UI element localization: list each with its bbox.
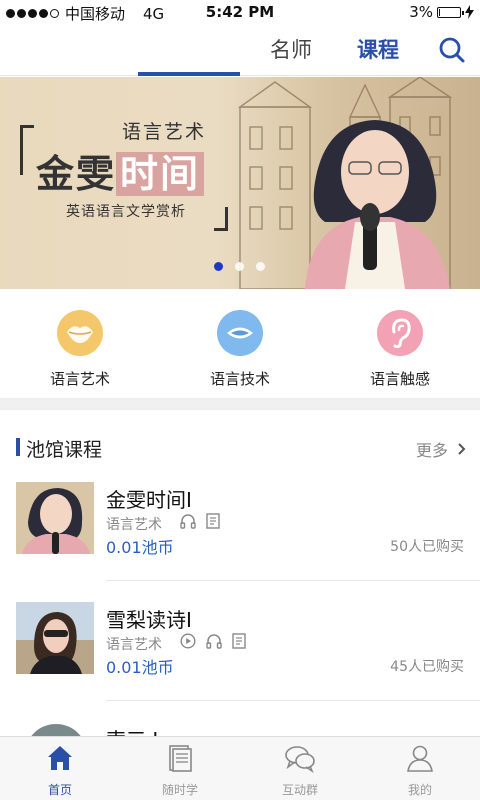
course-category: 语言艺术 (106, 637, 162, 653)
bracket-left (20, 125, 34, 175)
home-icon (48, 746, 72, 770)
chevron-right-icon (458, 443, 466, 455)
document-icon (206, 513, 220, 529)
section-accent-bar (16, 438, 20, 456)
lips-icon (57, 310, 103, 356)
category-language-art[interactable]: 语言艺术 (20, 310, 140, 389)
banner-title: 金雯 时间 (36, 143, 205, 198)
category-label: 语言触感 (369, 370, 430, 388)
category-row: 语言艺术 语言技术 语言触感 (0, 290, 480, 398)
course-title: 金雯时间I (106, 488, 192, 512)
course-buyers: 45人已购买 (390, 659, 464, 675)
category-language-tech[interactable]: 语言技术 (180, 310, 300, 389)
clock: 5:42 PM (205, 3, 275, 21)
pager-dot-3[interactable] (256, 262, 265, 271)
banner-top-text: 语言艺术 (122, 121, 207, 143)
course-thumbnail (16, 482, 94, 554)
section-separator (0, 398, 480, 410)
nav-label: 随时学 (161, 783, 198, 797)
banner-tagline: 英语语言文学赏析 (66, 204, 186, 220)
pager-dot-2[interactable] (235, 262, 244, 271)
course-media-icons (180, 513, 220, 529)
nav-home[interactable]: 首页 (0, 743, 120, 798)
status-right: 3% (409, 3, 474, 21)
mouth-icon (217, 310, 263, 356)
course-price: 0.01池币 (106, 538, 174, 557)
list-divider (106, 580, 480, 581)
battery-icon (437, 6, 464, 18)
bracket-right (214, 207, 228, 231)
search-icon[interactable] (438, 36, 466, 64)
category-label: 语言艺术 (49, 370, 110, 388)
status-bar: 中国移动 4G 5:42 PM 3% (0, 0, 480, 24)
course-category: 语言艺术 (106, 517, 162, 533)
lecturer-photo (305, 120, 450, 289)
nav-label: 我的 (407, 783, 432, 797)
headphones-icon (206, 634, 222, 649)
nav-learn[interactable]: 随时学 (120, 743, 240, 798)
course-buyers: 50人已购买 (390, 539, 464, 555)
pager-dot-1[interactable] (214, 262, 223, 271)
ear-icon (377, 310, 423, 356)
banner-pager (214, 262, 265, 271)
section-title: 池馆课程 (26, 439, 103, 461)
course-item[interactable]: 金雯时间I 语言艺术 0.01池币 50人已购买 (0, 476, 480, 594)
course-price: 0.01池币 (106, 658, 174, 677)
nav-label: 首页 (47, 783, 72, 797)
nav-profile[interactable]: 我的 (360, 743, 480, 798)
promo-banner[interactable]: 语言艺术 金雯 时间 英语语言文学赏析 (0, 77, 480, 289)
list-divider (106, 700, 480, 701)
category-language-touch[interactable]: 语言触感 (340, 310, 460, 389)
document-icon (232, 633, 246, 649)
category-label: 语言技术 (209, 370, 270, 388)
chat-bubbles-icon (285, 746, 315, 774)
section-header: 池馆课程 更多 (0, 410, 480, 476)
nav-label: 互动群 (281, 783, 318, 797)
more-link[interactable]: 更多 (416, 437, 466, 461)
tab-teachers[interactable]: 名师 (241, 34, 341, 64)
course-item[interactable]: 雪梨读诗I 语言艺术 0.01池币 45人已购买 (0, 596, 480, 714)
active-tab-indicator (138, 72, 240, 76)
bottom-navigation: 首页 随时学 互动群 我的 (0, 736, 480, 800)
battery-percent: 3% (409, 3, 433, 21)
course-title: 雪梨读诗I (106, 608, 192, 632)
headphones-icon (180, 514, 196, 529)
nav-groups[interactable]: 互动群 (240, 743, 360, 798)
course-thumbnail (16, 602, 94, 674)
banner-title-part2: 时间 (116, 152, 205, 196)
play-icon (180, 633, 196, 649)
course-media-icons (180, 633, 246, 649)
user-icon (407, 745, 433, 772)
book-stack-icon (169, 745, 192, 772)
top-navigation: 课程 名师 (0, 24, 480, 76)
banner-title-part1: 金雯 (36, 152, 117, 196)
charging-icon (465, 5, 474, 19)
more-label: 更多 (415, 441, 448, 460)
